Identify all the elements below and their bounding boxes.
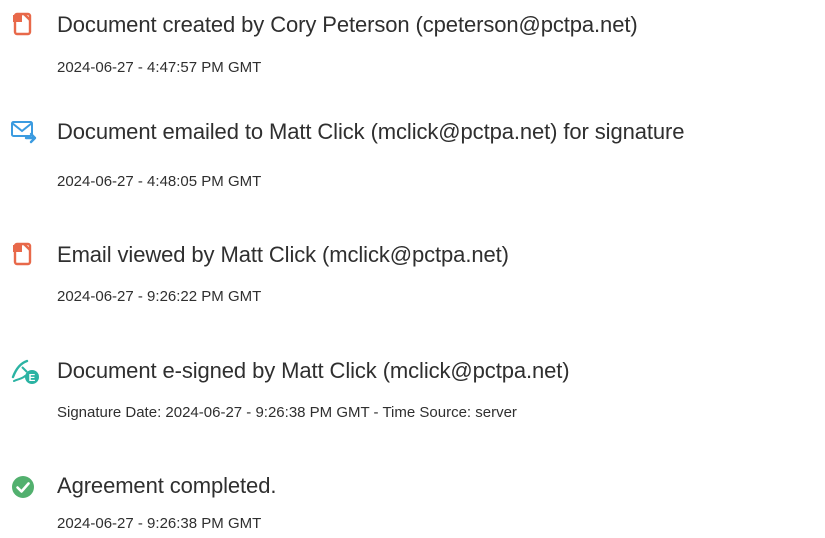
event-timestamp: 2024-06-27 - 9:26:22 PM GMT xyxy=(57,288,262,305)
document-icon xyxy=(10,11,36,37)
event-timestamp: 2024-06-27 - 4:48:05 PM GMT xyxy=(57,173,262,190)
email-forward-icon xyxy=(10,118,37,144)
event-timestamp: 2024-06-27 - 9:26:38 PM GMT xyxy=(57,515,262,532)
event-title: Agreement completed. xyxy=(57,473,277,498)
event-title: Email viewed by Matt Click (mclick@pctpa… xyxy=(57,242,509,267)
esign-pen-icon: E xyxy=(10,357,39,384)
event-title: Document e-signed by Matt Click (mclick@… xyxy=(57,358,570,383)
document-icon xyxy=(10,241,36,267)
checkmark-circle-icon xyxy=(10,474,36,500)
event-timestamp: 2024-06-27 - 4:47:57 PM GMT xyxy=(57,59,262,76)
event-timestamp: Signature Date: 2024-06-27 - 9:26:38 PM … xyxy=(57,404,517,421)
svg-text:E: E xyxy=(29,373,36,384)
event-title: Document created by Cory Peterson (cpete… xyxy=(57,12,638,37)
event-title: Document emailed to Matt Click (mclick@p… xyxy=(57,119,685,144)
